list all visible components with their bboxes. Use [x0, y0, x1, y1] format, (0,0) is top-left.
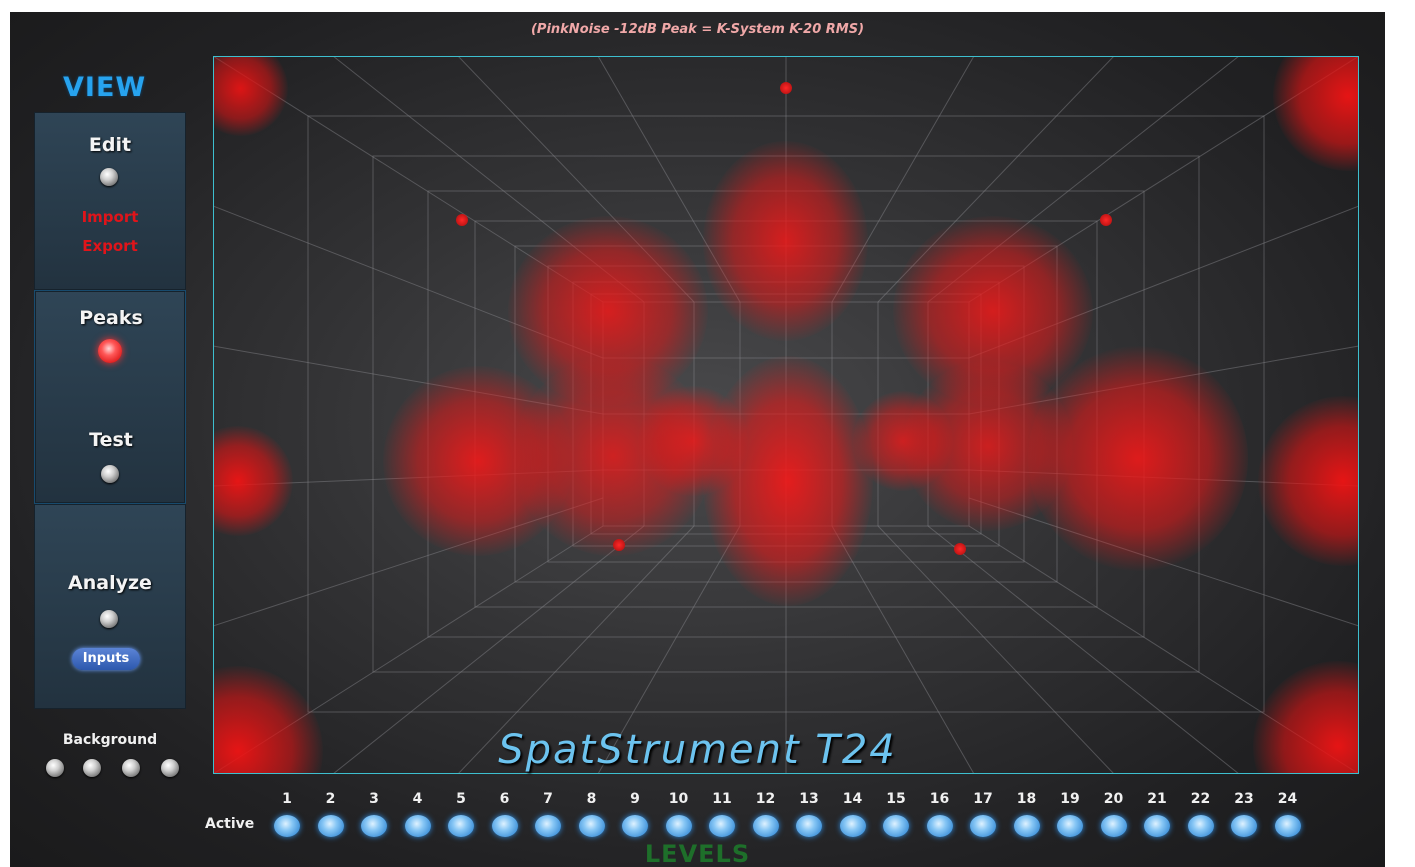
- channel-number: 9: [630, 791, 640, 807]
- channel-number: 22: [1190, 791, 1211, 807]
- inputs-button[interactable]: Inputs: [72, 648, 140, 670]
- speaker-dot: [456, 214, 468, 226]
- speaker-dot: [780, 82, 792, 94]
- speaker-dot: [1100, 214, 1112, 226]
- channel-number: 1: [282, 791, 292, 807]
- channel-active-toggle[interactable]: [491, 815, 518, 837]
- room-grid: [213, 56, 1359, 774]
- channel-number: 15: [886, 791, 906, 807]
- channel-number: 19: [1060, 791, 1080, 807]
- speaker-dot: [613, 539, 625, 551]
- channel-number: 24: [1277, 791, 1298, 807]
- channel-active-toggle[interactable]: [752, 815, 779, 837]
- active-label: Active: [205, 816, 255, 832]
- channel-number: 17: [973, 791, 993, 807]
- channel-active-toggle[interactable]: [709, 815, 735, 837]
- channel-active-toggle[interactable]: [883, 815, 909, 837]
- peaks-test-panel: Peaks Test: [34, 290, 186, 504]
- channel-active-toggle[interactable]: [578, 815, 605, 837]
- channel-number: 21: [1147, 791, 1167, 807]
- channel-active-toggle[interactable]: [665, 815, 692, 837]
- channel-number: 6: [499, 791, 510, 807]
- channel-active-toggle[interactable]: [622, 815, 648, 837]
- channel-number: 10: [668, 791, 689, 807]
- channel-number: 5: [456, 791, 466, 807]
- channel-active-toggle[interactable]: [317, 815, 344, 837]
- channel-active-toggle[interactable]: [796, 815, 822, 837]
- channel-number: 20: [1103, 791, 1124, 807]
- channel-active-toggle[interactable]: [535, 815, 561, 837]
- test-label: Test: [89, 429, 133, 451]
- test-toggle-button[interactable]: [101, 465, 119, 483]
- channel-number: 12: [755, 791, 776, 807]
- peaks-toggle-button[interactable]: [98, 339, 122, 363]
- channel-active-toggle[interactable]: [1274, 815, 1301, 837]
- channel-number: 23: [1234, 791, 1254, 807]
- channel-active-toggle[interactable]: [404, 815, 431, 837]
- channel-active-toggle[interactable]: [1057, 815, 1083, 837]
- channel-number: 3: [369, 791, 379, 807]
- channel-active-toggle[interactable]: [1144, 815, 1170, 837]
- channel-active-toggle[interactable]: [1100, 815, 1127, 837]
- spatial-view-stage[interactable]: [213, 56, 1359, 774]
- export-link[interactable]: Export: [34, 237, 186, 255]
- analyze-toggle-button[interactable]: [100, 610, 118, 628]
- edit-toggle-button[interactable]: [100, 168, 118, 186]
- edit-panel: Edit Import Export: [34, 112, 186, 290]
- channel-number: 4: [412, 791, 423, 807]
- analyze-panel: Analyze Inputs: [34, 504, 186, 709]
- analyze-label: Analyze: [68, 572, 152, 594]
- view-title: VIEW: [63, 72, 147, 103]
- channel-active-toggle[interactable]: [361, 815, 387, 837]
- channel-active-toggle[interactable]: [1013, 815, 1040, 837]
- speaker-dot: [954, 543, 966, 555]
- channel-active-toggle[interactable]: [926, 815, 953, 837]
- channel-number: 16: [929, 791, 950, 807]
- channel-number: 14: [842, 791, 863, 807]
- edit-label: Edit: [88, 134, 132, 156]
- levels-label: LEVELS: [644, 840, 751, 867]
- channel-active-toggle[interactable]: [970, 815, 996, 837]
- channel-number: 18: [1016, 791, 1037, 807]
- channel-active-toggle[interactable]: [448, 815, 474, 837]
- channel-active-toggle[interactable]: [1187, 815, 1214, 837]
- calibration-subtitle: (PinkNoise -12dB Peak = K-System K-20 RM…: [530, 22, 865, 37]
- channel-number: 13: [799, 791, 819, 807]
- channel-number: 2: [325, 791, 336, 807]
- channel-active-toggle[interactable]: [274, 815, 300, 837]
- channel-number: 7: [543, 791, 553, 807]
- channel-number: 8: [586, 791, 597, 807]
- channel-number: 11: [712, 791, 732, 807]
- import-link[interactable]: Import: [34, 208, 186, 226]
- brand-title: SpatStrument T24: [498, 727, 897, 773]
- peaks-label: Peaks: [79, 307, 143, 329]
- channel-active-toggle[interactable]: [1231, 815, 1257, 837]
- channel-active-toggle[interactable]: [839, 815, 866, 837]
- spatstrument-window: (PinkNoise -12dB Peak = K-System K-20 RM…: [10, 12, 1385, 867]
